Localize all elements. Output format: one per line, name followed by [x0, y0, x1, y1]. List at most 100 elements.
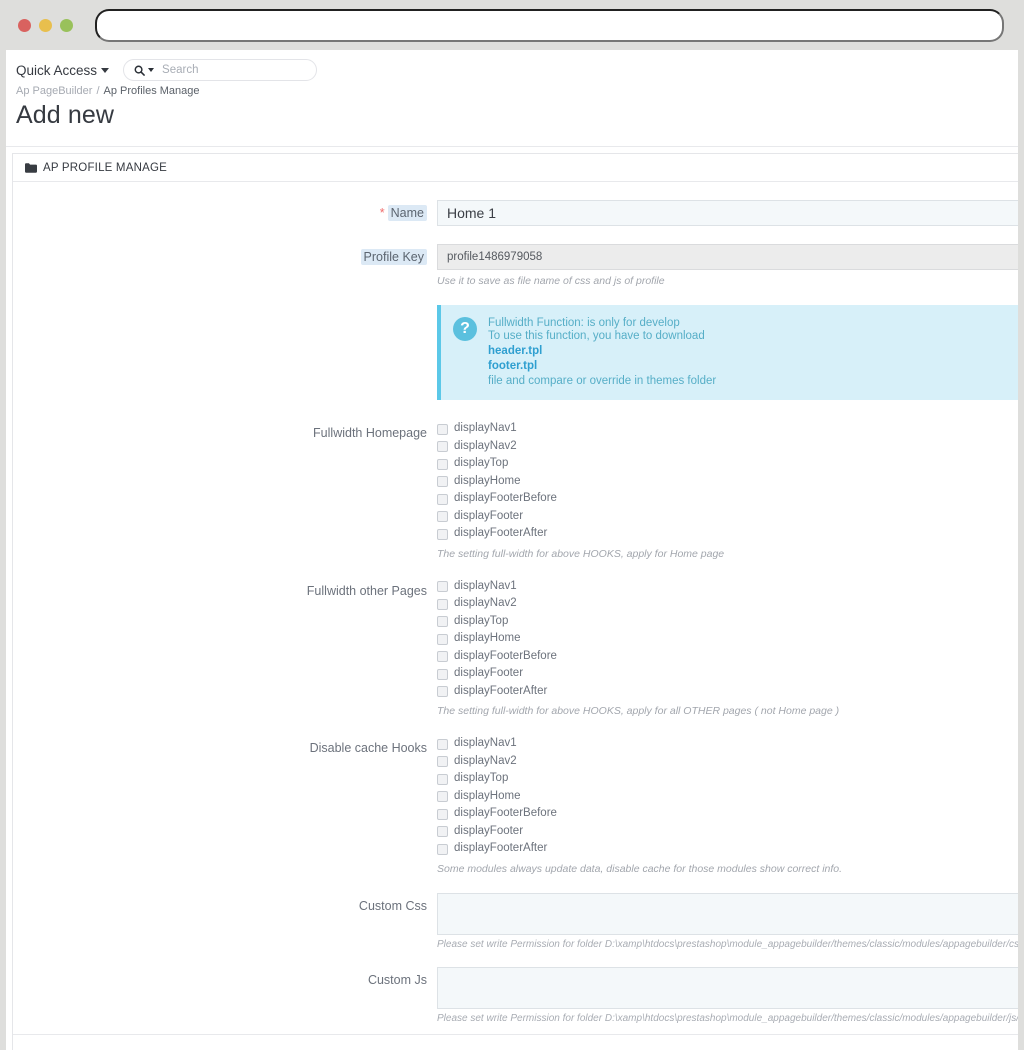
checkbox-label[interactable]: displayNav1	[454, 578, 517, 596]
breadcrumb-parent-link[interactable]: Ap PageBuilder	[16, 85, 92, 97]
checkbox-icon[interactable]	[437, 616, 448, 628]
checkbox-icon[interactable]	[437, 423, 448, 435]
checkbox-label[interactable]: displayNav2	[454, 753, 517, 771]
checkbox-icon[interactable]	[437, 738, 448, 750]
checkbox-item[interactable]: displayFooterBefore	[437, 490, 1018, 508]
hook-group-field-wrap: displayNav1 displayNav2 displayTop displayH…	[437, 578, 1018, 719]
checkbox-item[interactable]: displayNav2	[437, 438, 1018, 456]
search-input[interactable]	[162, 64, 311, 76]
profile-key-input[interactable]	[437, 244, 1018, 270]
checkbox-label[interactable]: displayHome	[454, 473, 520, 491]
checkbox-label[interactable]: displayTop	[454, 455, 508, 473]
quick-access-menu[interactable]: Quick Access	[16, 63, 110, 78]
checkbox-item[interactable]: displayFooter	[437, 665, 1018, 683]
checkbox-item[interactable]: displayFooterAfter	[437, 683, 1018, 701]
checkbox-icon[interactable]	[437, 598, 448, 610]
checkbox-item[interactable]: displayFooterBefore	[437, 648, 1018, 666]
search-group[interactable]	[123, 59, 318, 81]
checkbox-item[interactable]: displayHome	[437, 630, 1018, 648]
close-dot[interactable]	[18, 18, 31, 32]
custom-js-field-wrap: Please set write Permission for folder D…	[437, 966, 1018, 1024]
checkbox-label[interactable]: displayTop	[454, 770, 508, 788]
checkbox-item[interactable]: displayFooterBefore	[437, 805, 1018, 823]
checkbox-icon[interactable]	[437, 686, 448, 698]
checkbox-item[interactable]: displayTop	[437, 770, 1018, 788]
name-label-text: Name	[387, 205, 427, 221]
checkbox-item[interactable]: displayFooter	[437, 823, 1018, 841]
fullwidth-info-alert: ? Fullwidth Function: is only for develo…	[437, 305, 1018, 401]
checkbox-label[interactable]: displayFooterBefore	[454, 648, 557, 666]
checkbox-label[interactable]: displayNav1	[454, 735, 517, 753]
checkbox-item[interactable]: displayNav1	[437, 735, 1018, 753]
checkbox-icon[interactable]	[437, 441, 448, 453]
hook-group-label-text: Fullwidth other Pages	[306, 583, 427, 598]
checkbox-icon[interactable]	[437, 458, 448, 470]
chevron-down-icon	[101, 67, 110, 73]
custom-js-label-text: Custom Js	[367, 972, 427, 987]
checkbox-label[interactable]: displayFooter	[454, 665, 523, 683]
checkbox-label[interactable]: displayFooterBefore	[454, 805, 557, 823]
checkbox-item[interactable]: displayNav1	[437, 578, 1018, 596]
checkbox-item[interactable]: displayNav1	[437, 420, 1018, 438]
checkbox-item[interactable]: displayNav2	[437, 595, 1018, 613]
checkbox-label[interactable]: displayFooter	[454, 508, 523, 526]
checkbox-icon[interactable]	[437, 493, 448, 505]
checkbox-label[interactable]: displayNav2	[454, 438, 517, 456]
checkbox-icon[interactable]	[437, 808, 448, 820]
checkbox-item[interactable]: displayTop	[437, 613, 1018, 631]
checkbox-icon[interactable]	[437, 826, 448, 838]
checkbox-item[interactable]: displayNav2	[437, 753, 1018, 771]
checkbox-icon[interactable]	[437, 756, 448, 768]
form-row-profile-key: Profile Key Use it to save as file name …	[13, 244, 1018, 420]
form-row-hook-group: Fullwidth other Pages displayNav1 displayN…	[13, 578, 1018, 719]
maximize-dot[interactable]	[60, 18, 73, 32]
checkbox-label[interactable]: displayFooterAfter	[454, 683, 547, 701]
search-icon[interactable]	[134, 65, 155, 76]
checkbox-icon[interactable]	[437, 668, 448, 680]
custom-css-label-text: Custom Css	[358, 898, 427, 913]
search-scope-caret-icon[interactable]	[148, 68, 155, 72]
checkbox-label[interactable]: displayFooterBefore	[454, 490, 557, 508]
checkbox-item[interactable]: displayTop	[437, 455, 1018, 473]
checkbox-item[interactable]: displayHome	[437, 788, 1018, 806]
window-controls	[18, 18, 73, 32]
checkbox-label[interactable]: displayFooter	[454, 823, 523, 841]
custom-js-textarea[interactable]	[437, 966, 1018, 1009]
checkbox-label[interactable]: displayHome	[454, 788, 520, 806]
checkbox-label[interactable]: displayFooterAfter	[454, 525, 547, 543]
checkbox-icon[interactable]	[437, 791, 448, 803]
url-bar[interactable]	[95, 8, 1004, 42]
footer-tpl-link[interactable]: footer.tpl	[488, 360, 716, 373]
checkbox-item[interactable]: displayFooterAfter	[437, 525, 1018, 543]
header-tpl-link[interactable]: header.tpl	[488, 345, 716, 358]
checkbox-label[interactable]: displayNav1	[454, 420, 517, 438]
checkbox-item[interactable]: displayHome	[437, 473, 1018, 491]
form-row-hook-group: Disable cache Hooks displayNav1 displayNav…	[13, 735, 1018, 876]
checkbox-icon[interactable]	[437, 528, 448, 540]
ap-profile-manage-panel: AP PROFILE MANAGE * Name Home 1 Profile …	[12, 153, 1018, 1050]
checkbox-label[interactable]: displayFooterAfter	[454, 840, 547, 858]
checkbox-icon[interactable]	[437, 773, 448, 785]
checkbox-icon[interactable]	[437, 633, 448, 645]
checkbox-label[interactable]: displayHome	[454, 630, 520, 648]
minimize-dot[interactable]	[39, 18, 52, 32]
name-input[interactable]	[437, 200, 1018, 226]
checkbox-icon[interactable]	[437, 511, 448, 523]
checkbox-icon[interactable]	[437, 581, 448, 593]
form-row-custom-js: Custom Js Please set write Permission fo…	[13, 966, 1018, 1024]
checkbox-item[interactable]: displayFooter	[437, 508, 1018, 526]
checkbox-label[interactable]: displayTop	[454, 613, 508, 631]
page-title: Add new	[16, 101, 114, 129]
custom-css-textarea[interactable]	[437, 892, 1018, 935]
checkbox-icon[interactable]	[437, 476, 448, 488]
name-label: * Name	[13, 200, 437, 222]
panel-body: *Name Profile Key	[13, 182, 1018, 1034]
checkbox-label[interactable]: displayNav2	[454, 595, 517, 613]
checkbox-icon[interactable]	[437, 651, 448, 663]
alert-line-2: To use this function, you have to downlo…	[488, 329, 705, 342]
alert-text: Fullwidth Function: is only for develop …	[488, 317, 716, 387]
checkbox-item[interactable]: displayFooterAfter	[437, 840, 1018, 858]
checkbox-icon[interactable]	[437, 843, 448, 855]
